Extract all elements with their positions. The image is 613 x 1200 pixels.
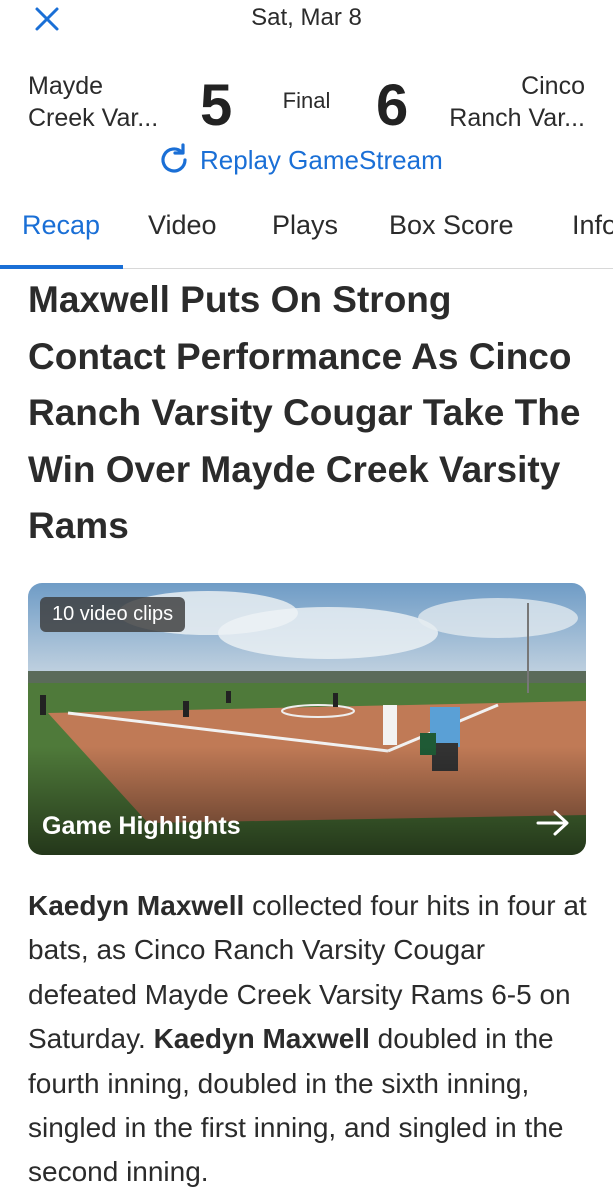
tab-recap[interactable]: Recap (22, 210, 100, 241)
replay-icon (161, 143, 187, 173)
arrow-right-icon (536, 810, 569, 836)
top-bar: Sat, Mar 8 (0, 0, 613, 44)
active-tab-indicator (0, 265, 123, 269)
tab-box-score[interactable]: Box Score (389, 210, 514, 241)
article-headline: Maxwell Puts On Strong Contact Performan… (28, 279, 581, 546)
replay-label: Replay GameStream (200, 144, 443, 175)
video-title: Game Highlights (42, 812, 241, 840)
tab-bar: Recap Video Plays Box Score Info (0, 198, 613, 269)
player-name: Kaedyn Maxwell (153, 1023, 370, 1055)
home-score: 6 (376, 73, 409, 138)
video-clips-badge: 10 video clips (40, 597, 186, 632)
game-date: Sat, Mar 8 (251, 4, 362, 31)
scoreboard: Mayde Creek Var... 5 Final 6 Cinco Ranch… (0, 56, 613, 186)
tab-video[interactable]: Video (148, 210, 217, 241)
player-name: Kaedyn Maxwell (28, 890, 245, 921)
home-team-name[interactable]: Cinco Ranch Var... (449, 70, 585, 134)
video-highlights-card[interactable]: 10 video clips Game Highlights (28, 583, 586, 855)
replay-gamestream-link[interactable]: Replay GameStream (156, 142, 443, 178)
tab-plays[interactable]: Plays (272, 210, 338, 241)
tab-info[interactable]: Info (572, 210, 613, 241)
recap-paragraph: Kaedyn Maxwell collected four hits in fo… (28, 890, 587, 1188)
